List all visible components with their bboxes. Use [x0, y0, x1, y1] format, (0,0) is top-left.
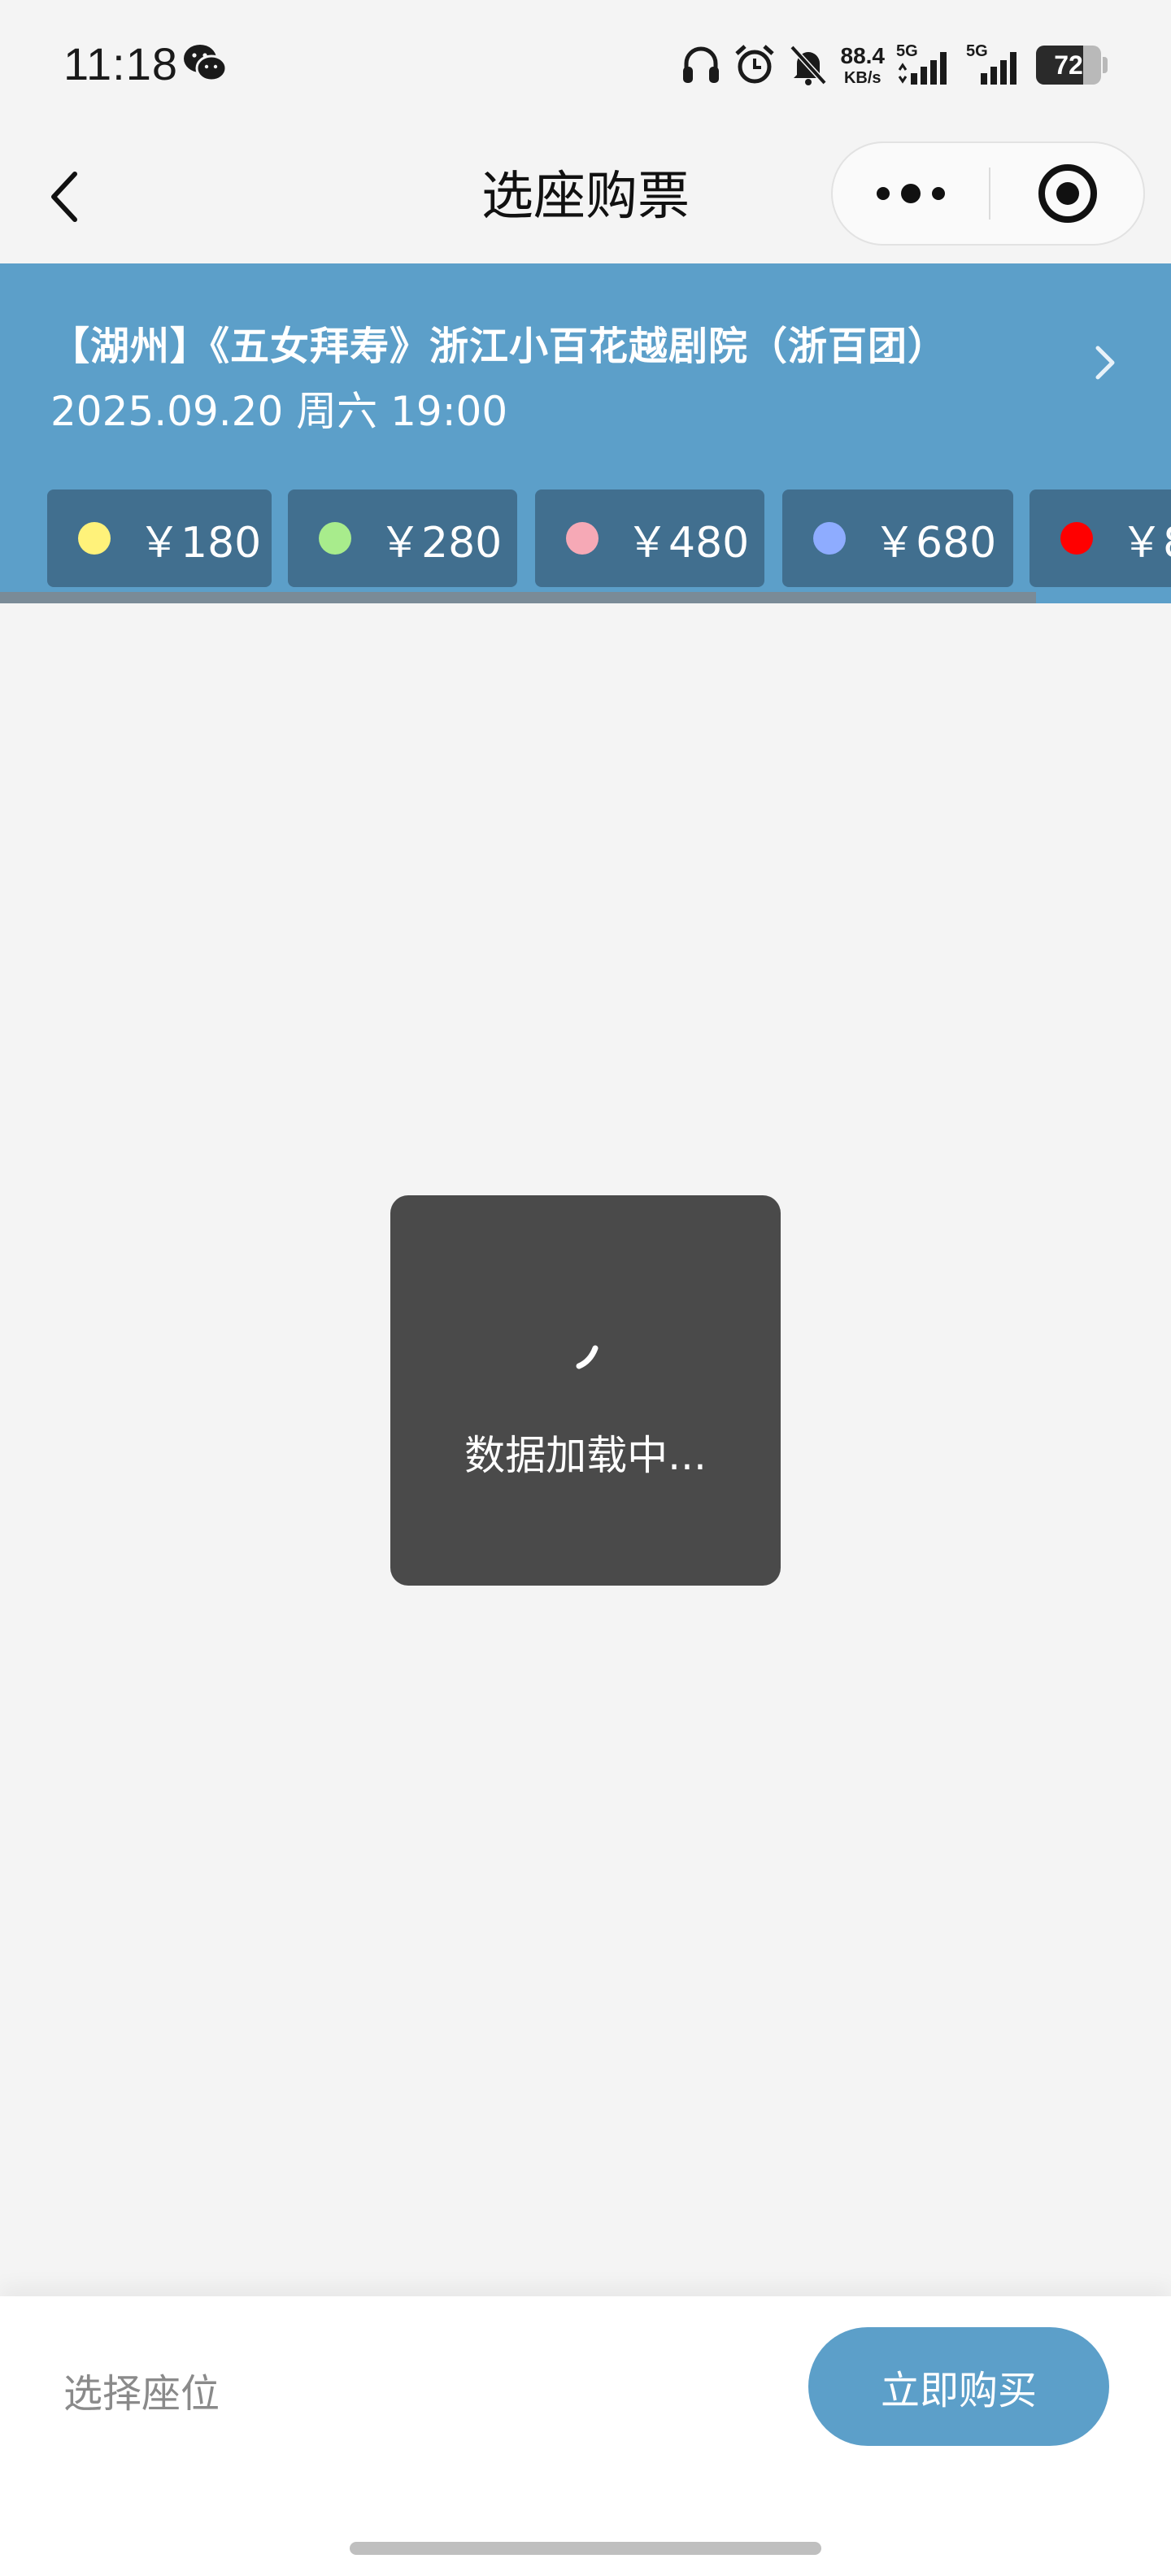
scrollbar-thumb [0, 592, 1037, 603]
price-filter-strip[interactable]: ￥180 ￥280 ￥480 ￥680 ￥8 [0, 490, 1171, 587]
price-label: ￥180 [138, 518, 262, 568]
price-label: ￥8 [1121, 518, 1171, 568]
nav-bar: 选座购票 [0, 130, 1171, 263]
price-color-dot [813, 522, 846, 555]
price-label: ￥280 [379, 518, 503, 568]
more-dots-icon [877, 187, 890, 200]
status-time: 11:18 [63, 38, 178, 89]
price-label: ￥480 [626, 518, 750, 568]
close-miniprogram-button[interactable] [990, 143, 1145, 244]
target-close-icon [1038, 164, 1097, 223]
network-speed-unit: KB/s [843, 68, 882, 87]
price-color-dot [78, 522, 111, 555]
signal-icon-2: 5G [966, 42, 1025, 88]
price-tag-180[interactable]: ￥180 [47, 490, 272, 587]
seat-selection-hint: 选择座位 [63, 2371, 220, 2417]
price-color-dot [319, 522, 351, 555]
loading-toast: 数据加载中... [390, 1195, 781, 1586]
network-speed-value: 88.4 [840, 42, 886, 68]
event-info-link[interactable]: 【湖州】《五女拜寿》浙江小百花越剧院（浙百团） 2025.09.20 周六 19… [0, 263, 1171, 450]
alarm-icon [734, 45, 774, 84]
more-button[interactable] [833, 143, 989, 244]
loading-text: 数据加载中... [464, 1432, 707, 1479]
home-indicator[interactable] [350, 2542, 821, 2555]
chevron-right-icon [1095, 346, 1115, 380]
price-tag-480[interactable]: ￥480 [535, 490, 764, 587]
back-button[interactable] [41, 164, 89, 229]
event-date: 2025.09.20 周六 19:00 [50, 388, 508, 435]
price-label: ￥680 [873, 518, 997, 568]
event-title: 【湖州】《五女拜寿》浙江小百花越剧院（浙百团） [50, 324, 948, 369]
price-tag-partial[interactable]: ￥8 [1030, 490, 1171, 587]
event-header: 【湖州】《五女拜寿》浙江小百花越剧院（浙百团） 2025.09.20 周六 19… [0, 263, 1171, 603]
mute-bell-icon [789, 45, 827, 85]
price-color-dot [566, 522, 599, 555]
price-tag-680[interactable]: ￥680 [782, 490, 1013, 587]
status-icons: 88.4 KB/s 5G 5G 72 [680, 36, 1108, 94]
price-strip-scrollbar [0, 592, 1171, 603]
loading-spinner-icon [576, 1345, 599, 1369]
price-color-dot [1060, 522, 1093, 555]
price-tag-280[interactable]: ￥280 [288, 490, 517, 587]
network-speed: 88.4 KB/s [840, 42, 886, 87]
bottom-action-bar: 选择座位 立即购买 [0, 2296, 1171, 2576]
battery-icon: 72 [1036, 46, 1108, 85]
chevron-left-icon [51, 172, 77, 222]
headphones-icon [682, 46, 719, 83]
status-bar: 11:18 88.4 KB/s 5G 5G 72 [0, 0, 1171, 130]
buy-now-button[interactable]: 立即购买 [808, 2327, 1109, 2446]
wechat-icon [184, 45, 228, 82]
miniprogram-capsule [831, 141, 1145, 246]
signal-icon: 5G [896, 42, 955, 88]
ticket-seat-selection-page: 11:18 88.4 KB/s 5G 5G 72 选座购票 【湖州】《五女拜寿》… [0, 0, 1171, 2576]
battery-level: 72 [1054, 50, 1083, 80]
